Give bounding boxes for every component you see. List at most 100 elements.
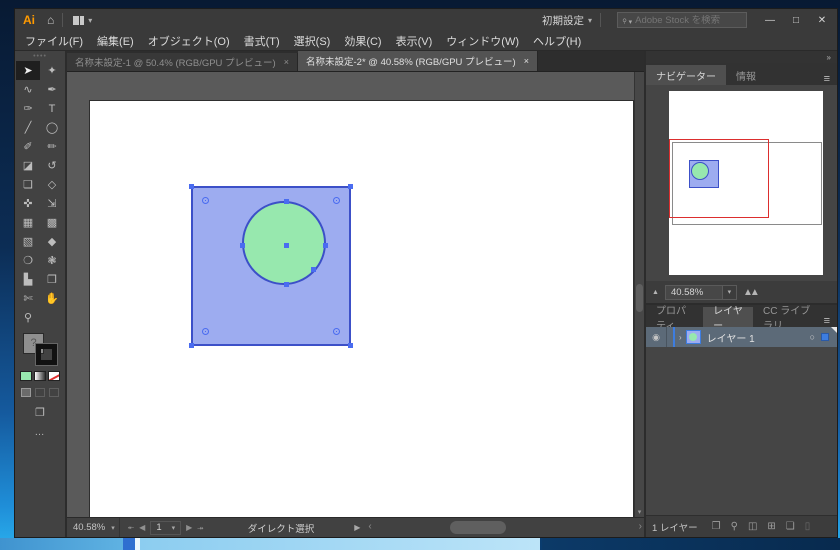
- expand-chevron-icon[interactable]: ›: [679, 333, 682, 342]
- scroll-right-icon[interactable]: ›: [639, 521, 642, 532]
- anchor-point[interactable]: [348, 343, 353, 348]
- workspace-switcher[interactable]: 初期設定: [542, 13, 584, 28]
- navigator-zoom-value[interactable]: 40.58%: [665, 285, 723, 300]
- make-clipping-mask-icon[interactable]: ◫: [748, 521, 757, 532]
- tab-cc-libraries[interactable]: CC ライブラリ: [753, 307, 824, 327]
- tab-close-icon[interactable]: ×: [524, 56, 529, 66]
- gradient-swatch-button[interactable]: [34, 371, 46, 381]
- scroll-left-icon[interactable]: ‹: [368, 521, 371, 532]
- edit-toolbar-button[interactable]: …: [35, 427, 46, 438]
- collapse-panels-icon[interactable]: »: [827, 53, 831, 62]
- status-flyout-icon[interactable]: ▶: [354, 523, 360, 532]
- corner-widget-icon[interactable]: [333, 328, 340, 335]
- artboard-tool[interactable]: ❐: [40, 270, 64, 289]
- tab-info[interactable]: 情報: [726, 65, 766, 85]
- anchor-point[interactable]: [323, 243, 328, 248]
- horizontal-scrollbar[interactable]: ‹ ›: [366, 518, 644, 537]
- draw-behind-mode-button[interactable]: [35, 388, 45, 397]
- anchor-point[interactable]: [189, 343, 194, 348]
- artboard-chevron-icon[interactable]: ▾: [172, 524, 176, 532]
- menu-object[interactable]: オブジェクト(O): [148, 33, 230, 49]
- fill-stroke-control[interactable]: ?: [23, 333, 57, 365]
- anchor-point[interactable]: [240, 243, 245, 248]
- menu-effect[interactable]: 効果(C): [344, 33, 381, 49]
- new-sublayer-icon[interactable]: ⊞: [767, 521, 775, 532]
- menu-help[interactable]: ヘルプ(H): [533, 33, 581, 49]
- workspace-chevron-icon[interactable]: ▾: [588, 16, 592, 25]
- zoom-out-icon[interactable]: ▲: [652, 289, 659, 296]
- arrange-documents-chevron-icon[interactable]: ▾: [88, 16, 92, 25]
- search-input[interactable]: [635, 15, 742, 26]
- artboard[interactable]: [89, 100, 634, 517]
- document-tab-1[interactable]: 名称未設定-1 @ 50.4% (RGB/GPU プレビュー) ×: [67, 53, 298, 71]
- slice-tool[interactable]: ✄: [16, 289, 40, 308]
- draw-inside-mode-button[interactable]: [49, 388, 59, 397]
- eyedropper-tool[interactable]: ◆: [40, 232, 64, 251]
- menu-file[interactable]: ファイル(F): [25, 33, 83, 49]
- corner-widget-icon[interactable]: [333, 197, 340, 204]
- visibility-eye-icon[interactable]: ◉: [646, 332, 666, 343]
- previous-artboard-button[interactable]: ◀: [139, 523, 145, 532]
- perspective-grid-tool[interactable]: ▦: [16, 213, 40, 232]
- scale-tool[interactable]: ❏: [16, 175, 40, 194]
- locate-object-icon[interactable]: ⚲: [731, 521, 738, 532]
- panel-menu-icon[interactable]: ≡: [824, 73, 837, 85]
- zoom-level-control[interactable]: 40.58% ▾: [67, 518, 120, 537]
- layer-name[interactable]: レイヤー 1: [707, 330, 755, 345]
- first-artboard-button[interactable]: ⯬: [128, 523, 134, 533]
- tab-navigator[interactable]: ナビゲーター: [646, 65, 726, 85]
- anchor-point[interactable]: [348, 184, 353, 189]
- home-icon[interactable]: ⌂: [47, 13, 54, 27]
- vertical-scrollbar-thumb[interactable]: [636, 284, 643, 312]
- menu-window[interactable]: ウィンドウ(W): [446, 33, 519, 49]
- mesh-tool[interactable]: ▩: [40, 213, 64, 232]
- blue-square-shape[interactable]: [191, 186, 351, 346]
- vertical-scrollbar[interactable]: ▾: [634, 72, 644, 517]
- line-segment-tool[interactable]: ╱: [16, 118, 40, 137]
- gradient-tool[interactable]: ▧: [16, 232, 40, 251]
- pencil-tool[interactable]: ✏: [40, 137, 64, 156]
- ellipse-tool[interactable]: ◯: [40, 118, 64, 137]
- corner-widget-icon[interactable]: [202, 197, 209, 204]
- scroll-down-icon[interactable]: ▾: [635, 508, 644, 516]
- zoom-in-icon[interactable]: ▲▲: [743, 287, 757, 298]
- free-transform-tool[interactable]: ⇲: [40, 194, 64, 213]
- layer-row[interactable]: ◉ › レイヤー 1 ○: [646, 327, 837, 347]
- tab-close-icon[interactable]: ×: [284, 57, 289, 67]
- layer-selection-indicator[interactable]: [821, 333, 829, 341]
- anchor-point[interactable]: [311, 267, 316, 272]
- horizontal-scrollbar-thumb[interactable]: [450, 521, 506, 534]
- navigator-zoom-chevron-icon[interactable]: ▾: [723, 285, 737, 300]
- anchor-point[interactable]: [284, 282, 289, 287]
- selection-tool[interactable]: ➤: [16, 61, 40, 80]
- arrange-documents-icon[interactable]: [73, 16, 84, 25]
- layer-target-icon[interactable]: ○: [810, 332, 815, 342]
- delete-layer-icon[interactable]: ▯: [805, 521, 811, 532]
- navigator-view-proxy[interactable]: [669, 139, 769, 218]
- menu-view[interactable]: 表示(V): [396, 33, 433, 49]
- zoom-chevron-icon[interactable]: ▾: [111, 524, 115, 532]
- maximize-button[interactable]: □: [785, 11, 807, 29]
- tools-panel-grip[interactable]: ••••: [33, 53, 47, 61]
- canvas-viewport[interactable]: ▾: [67, 71, 644, 517]
- magic-wand-tool[interactable]: ✦: [40, 61, 64, 80]
- screen-mode-button[interactable]: ❐: [35, 406, 45, 419]
- minimize-button[interactable]: —: [759, 11, 781, 29]
- navigator-canvas-preview[interactable]: [669, 91, 823, 275]
- rotate-tool[interactable]: ↺: [40, 156, 64, 175]
- graph-tool[interactable]: ▙: [16, 270, 40, 289]
- draw-normal-mode-button[interactable]: [21, 388, 31, 397]
- artboard-number-select[interactable]: 1 ▾: [150, 521, 181, 535]
- anchor-point[interactable]: [189, 184, 194, 189]
- adobe-stock-search[interactable]: ⌕ ▾: [617, 12, 747, 28]
- green-circle-shape[interactable]: [242, 201, 326, 285]
- menu-select[interactable]: 選択(S): [294, 33, 331, 49]
- next-artboard-button[interactable]: ▶: [186, 523, 192, 532]
- menu-type[interactable]: 書式(T): [244, 33, 280, 49]
- curvature-tool[interactable]: ✑: [16, 99, 40, 118]
- new-layer-icon[interactable]: ❏: [786, 521, 795, 532]
- paintbrush-tool[interactable]: ✐: [16, 137, 40, 156]
- eraser-tool[interactable]: ◪: [16, 156, 40, 175]
- pen-tool[interactable]: ✒: [40, 80, 64, 99]
- close-button[interactable]: ✕: [811, 11, 833, 29]
